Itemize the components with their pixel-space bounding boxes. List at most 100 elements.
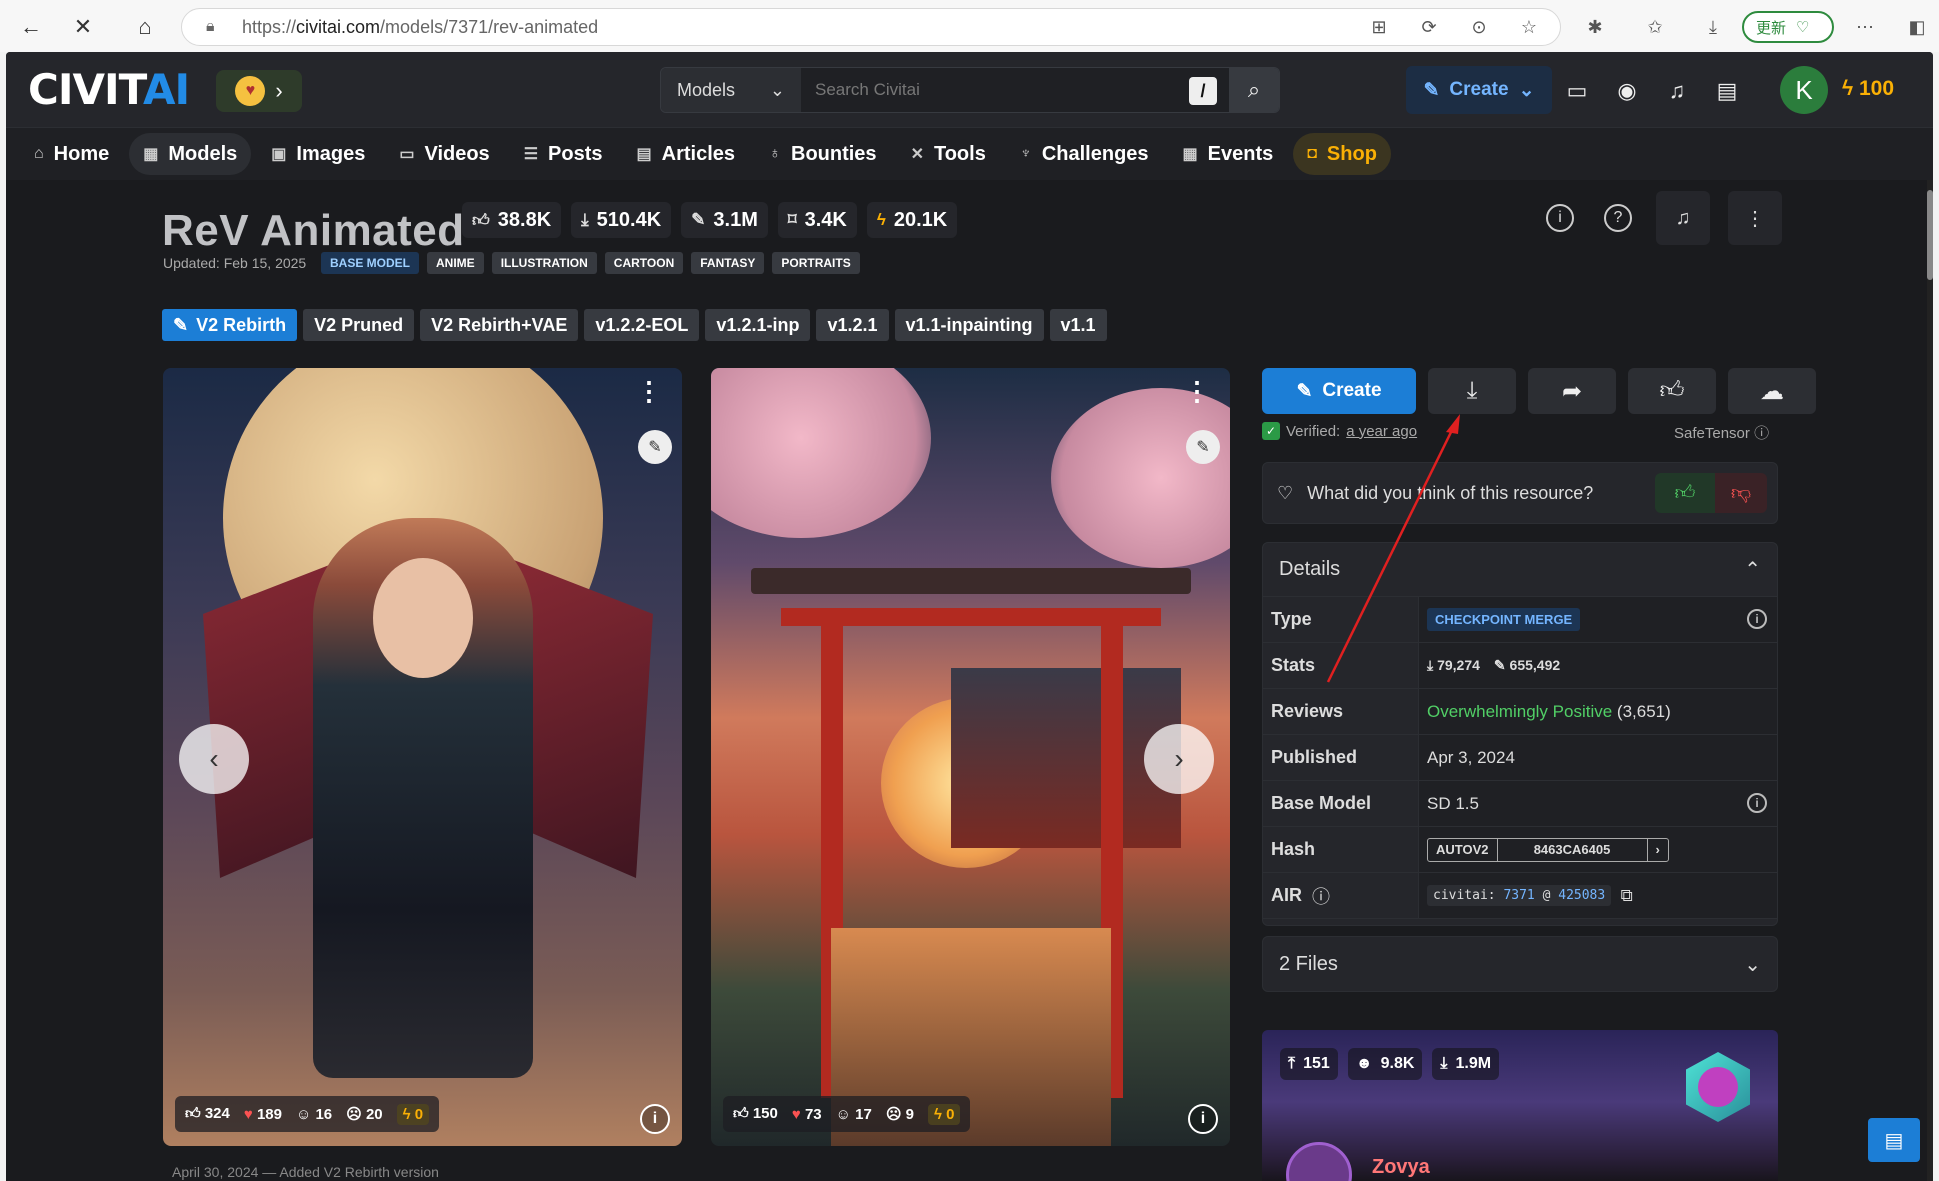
version-tab[interactable]: V2 Pruned [303,309,415,341]
version-tab[interactable]: ✎ V2 Rebirth [162,309,298,341]
more-ext-icon[interactable]: ⊙ [1466,14,1492,40]
tag-illustration[interactable]: ILLUSTRATION [491,252,597,274]
version-tab[interactable]: v1.1 [1049,309,1107,341]
share-button[interactable]: ➦ [1528,368,1616,414]
version-tab[interactable]: v1.2.1-inp [705,309,811,341]
nav-item-posts[interactable]: ☰ Posts [510,133,617,175]
nav-item-videos[interactable]: ▭ Videos [385,133,503,175]
reaction-like[interactable]: 👍︎ 324 [185,1105,230,1123]
version-tab[interactable]: v1.1-inpainting [894,309,1044,341]
thumbs-up-review-button[interactable]: 👍︎ [1655,473,1715,513]
buzz-balance[interactable]: ϟ 100 [1842,77,1894,101]
avatar[interactable]: K [1780,66,1828,114]
version-tab[interactable]: v1.2.2-EOL [584,309,700,341]
app-grid-icon[interactable]: ⊞ [1366,14,1392,40]
info-icon[interactable]: ⓘ [1754,425,1769,442]
address-bar[interactable]: 🔒︎ https://civitai.com/models/7371/rev-a… [181,8,1561,46]
nav-item-models[interactable]: ▦ Models [129,133,252,175]
prev-arrow-icon[interactable]: ‹ [179,724,249,794]
favorite-star-icon[interactable]: ☆ [1516,14,1542,40]
scrollbar-thumb[interactable] [1927,190,1933,280]
nav-item-articles[interactable]: ▤ Articles [623,133,750,175]
reaction-laugh[interactable]: ☺ 17 [836,1106,872,1123]
image-info-icon[interactable]: i [1188,1104,1218,1134]
files-accordion[interactable]: 2 Files ⌄ [1262,936,1778,992]
stat-likes[interactable]: 👍︎ 38.8K [462,202,562,238]
refresh-ext-icon[interactable]: ⟳ [1416,14,1442,40]
back-icon[interactable]: ← [14,10,48,44]
stop-loading-icon[interactable]: ✕ [66,10,100,44]
hash-selector[interactable]: AUTOV2 8463CA6405 › [1427,837,1669,862]
search-input[interactable]: Search Civitai / [801,68,1229,112]
tag-anime[interactable]: ANIME [427,252,484,274]
reaction-heart[interactable]: ♥ 189 [244,1106,282,1123]
nav-item-home[interactable]: ⌂ Home [20,133,123,175]
info-icon[interactable]: i [1540,198,1580,238]
emoji-button[interactable]: ♥ › [216,70,302,112]
tag-base-model[interactable]: BASE MODEL [321,252,420,274]
reaction-heart[interactable]: ♥ 73 [792,1106,822,1123]
details-header[interactable]: Details ⌃ [1263,543,1777,597]
copy-icon[interactable]: ⧉ [1621,886,1633,906]
home-icon[interactable]: ⌂ [128,10,162,44]
chat-icon[interactable]: ▤ [1712,76,1742,106]
creator-card[interactable]: ⤒ 151 ☻ 9.8K ⤓ 1.9M Zovya [1262,1030,1778,1181]
like-button[interactable]: 👍︎ [1628,368,1716,414]
reaction-laugh[interactable]: ☺ 16 [296,1106,332,1123]
nav-item-events[interactable]: ▦ Events [1169,133,1288,175]
nav-item-shop[interactable]: ◘ Shop [1293,133,1391,175]
image-info-icon[interactable]: i [640,1104,670,1134]
download-button[interactable]: ⤓ [1428,368,1516,414]
create-button[interactable]: ✎ Create ⌄ [1406,66,1552,114]
info-icon[interactable]: i [1747,609,1767,629]
downloads-icon[interactable]: ⤓ [1700,14,1726,40]
extensions-icon[interactable]: ✱ [1582,14,1608,40]
notify-bell-icon[interactable]: ♫ [1656,191,1710,245]
help-chat-button[interactable]: ▤ [1868,1118,1920,1162]
nav-item-bounties[interactable]: ♁ Bounties [755,133,891,175]
image-menu-icon[interactable]: ⋮ [1184,378,1210,404]
create-with-model-button[interactable]: ✎ Create [1262,368,1416,414]
nav-item-images[interactable]: ▣ Images [257,133,379,175]
tag-fantasy[interactable]: FANTASY [691,252,765,274]
bell-icon[interactable]: ♫ [1662,76,1692,106]
thumbs-down-review-button[interactable]: 👎︎ [1715,473,1767,513]
gallery-image-1[interactable]: ⋮ ✎ ‹ 👍︎ 324 ♥ 189 ☺ 16 ☹ 20 ϟ 0 i [163,368,682,1146]
reaction-like[interactable]: 👍︎ 150 [733,1105,778,1123]
more-options-icon[interactable]: ⋮ [1728,191,1782,245]
favorites-icon[interactable]: ✩ [1642,14,1668,40]
reaction-cry[interactable]: ☹ 9 [886,1105,914,1123]
update-button[interactable]: 更新 ♡ [1742,11,1834,43]
search-category-select[interactable]: Models ⌄ [661,68,801,112]
sidebar-toggle-icon[interactable]: ◧ [1904,14,1930,40]
screen-icon[interactable]: ▭ [1562,76,1592,106]
more-menu-icon[interactable]: ⋯ [1852,14,1878,40]
civitai-logo[interactable]: CIVITAI [28,69,190,111]
remix-icon[interactable]: ✎ [1186,430,1220,464]
remix-icon[interactable]: ✎ [638,430,672,464]
eye-icon[interactable]: ◉ [1612,76,1642,106]
stat-bookmarks[interactable]: ⌑ 3.4K [777,202,857,238]
verified-time[interactable]: a year ago [1346,423,1417,440]
cloud-upload-button[interactable]: ☁ [1728,368,1816,414]
version-tab[interactable]: V2 Rebirth+VAE [420,309,579,341]
tag-cartoon[interactable]: CARTOON [604,252,684,274]
air-code[interactable]: civitai: 7371 @ 425083 [1427,885,1612,906]
image-menu-icon[interactable]: ⋮ [636,378,662,404]
creator-name[interactable]: Zovya [1372,1156,1430,1179]
nav-item-tools[interactable]: ✕ Tools [897,133,1000,175]
review-summary[interactable]: Overwhelmingly Positive [1427,702,1612,722]
info-icon[interactable]: ⓘ [1312,883,1330,909]
creator-avatar[interactable] [1286,1142,1352,1181]
nav-item-challenges[interactable]: ♆ Challenges [1006,133,1163,175]
tag-portraits[interactable]: PORTRAITS [772,252,860,274]
page-scrollbar[interactable] [1927,180,1933,1181]
stat-buzz[interactable]: ϟ 20.1K [866,202,958,238]
help-icon[interactable]: ? [1598,198,1638,238]
reaction-buzz[interactable]: ϟ 0 [396,1103,430,1125]
search-icon[interactable]: ⌕ [1229,68,1279,112]
next-arrow-icon[interactable]: › [1144,724,1214,794]
version-tab[interactable]: v1.2.1 [816,309,889,341]
reaction-buzz[interactable]: ϟ 0 [927,1103,961,1125]
gallery-image-2[interactable]: ⋮ ✎ › 👍︎ 150 ♥ 73 ☺ 17 ☹ 9 ϟ 0 i [711,368,1230,1146]
